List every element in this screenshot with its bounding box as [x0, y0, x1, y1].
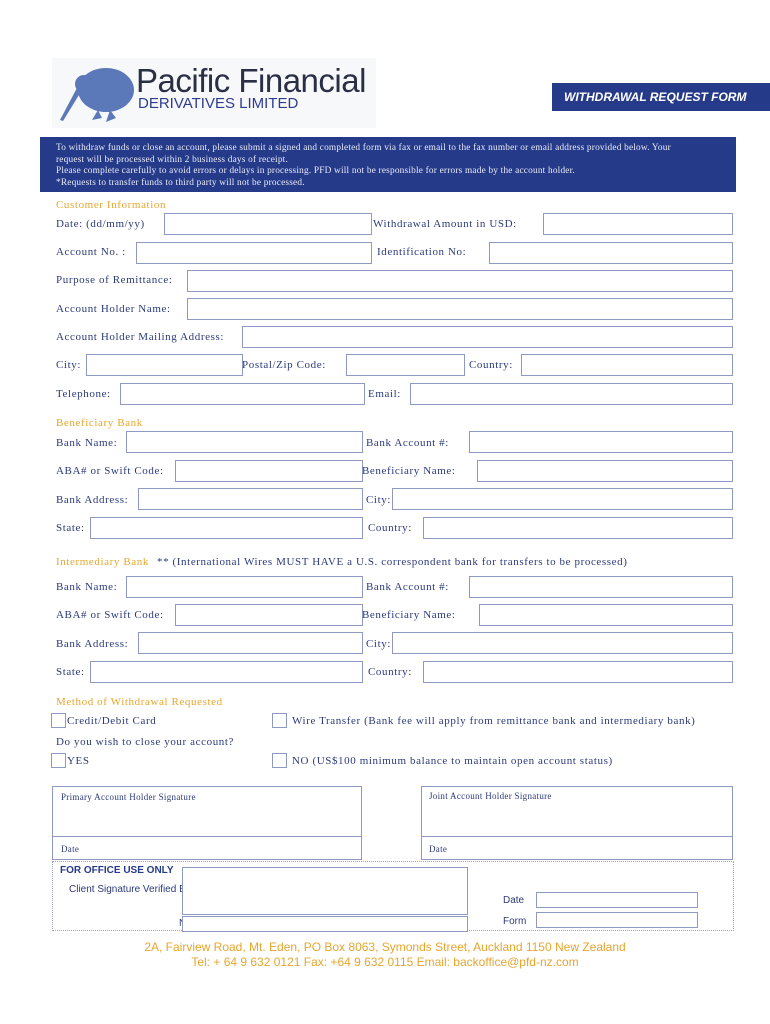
- verified-by-signature-field[interactable]: [182, 867, 468, 915]
- joint-signature-box[interactable]: Joint Account Holder Signature Date: [421, 786, 733, 860]
- postal-code-label: Postal/Zip Code:: [242, 359, 326, 371]
- office-form-label: Form: [503, 916, 527, 927]
- credit-card-checkbox[interactable]: [51, 713, 66, 728]
- mailing-address-field[interactable]: [242, 326, 733, 348]
- intro-line: request will be processed within 2 busin…: [56, 154, 288, 165]
- beneficiary-bank-address-field[interactable]: [138, 488, 363, 510]
- section-intermediary-bank: Intermediary Bank ** (International Wire…: [56, 552, 628, 570]
- intermediary-beneficiary-name-field[interactable]: [479, 604, 733, 626]
- section-beneficiary-bank: Beneficiary Bank: [56, 417, 143, 429]
- close-yes-checkbox[interactable]: [51, 753, 66, 768]
- mailing-address-label: Account Holder Mailing Address:: [56, 331, 224, 343]
- close-account-question: Do you wish to close your account?: [56, 736, 235, 748]
- beneficiary-bank-account-label: Bank Account #:: [366, 437, 449, 449]
- intro-line: To withdraw funds or close an account, p…: [56, 143, 671, 153]
- purpose-field[interactable]: [187, 270, 733, 292]
- date-label: Date: (dd/mm/yy): [56, 218, 145, 230]
- beneficiary-bank-name-field[interactable]: [126, 431, 363, 453]
- identification-field[interactable]: [489, 242, 733, 264]
- beneficiary-country-label: Country:: [368, 522, 412, 534]
- withdrawal-amount-field[interactable]: [543, 213, 733, 235]
- beneficiary-city-field[interactable]: [392, 488, 733, 510]
- intro-line: *Requests to transfer funds to third par…: [56, 177, 305, 188]
- city-label: City:: [56, 359, 82, 371]
- beneficiary-state-field[interactable]: [90, 517, 363, 539]
- beneficiary-name-field[interactable]: [477, 460, 733, 482]
- beneficiary-bank-address-label: Bank Address:: [56, 494, 129, 506]
- form-title: WITHDRAWAL REQUEST FORM: [552, 83, 770, 111]
- intermediary-bank-name-label: Bank Name:: [56, 581, 118, 593]
- country-field[interactable]: [521, 354, 733, 376]
- date-field[interactable]: [164, 213, 372, 235]
- office-date-field[interactable]: [536, 892, 698, 908]
- primary-signature-label: Primary Account Holder Signature: [61, 792, 196, 802]
- company-subtitle: DERIVATIVES LIMITED: [138, 95, 299, 112]
- city-field[interactable]: [86, 354, 243, 376]
- holder-name-field[interactable]: [187, 298, 733, 320]
- beneficiary-country-field[interactable]: [423, 517, 733, 539]
- primary-signature-box[interactable]: Primary Account Holder Signature Date: [52, 786, 362, 860]
- intro-line: Please complete carefully to avoid error…: [56, 166, 575, 176]
- office-date-label: Date: [503, 895, 525, 906]
- intermediary-aba-field[interactable]: [175, 604, 363, 626]
- postal-code-field[interactable]: [346, 354, 465, 376]
- intermediary-beneficiary-name-label: Beneficiary Name:: [362, 609, 456, 621]
- intermediary-bank-account-label: Bank Account #:: [366, 581, 449, 593]
- country-label: Country:: [469, 359, 513, 371]
- intermediary-bank-address-field[interactable]: [138, 632, 363, 654]
- intermediary-city-label: City:: [366, 638, 392, 650]
- signature-divider: [53, 836, 361, 837]
- email-label: Email:: [368, 388, 401, 400]
- office-form-field[interactable]: [536, 912, 698, 928]
- account-no-label: Account No. :: [56, 246, 126, 258]
- close-no-label: NO (US$100 minimum balance to maintain o…: [292, 755, 613, 767]
- signature-divider: [422, 836, 732, 837]
- section-method-of-withdrawal: Method of Withdrawal Requested: [56, 696, 223, 708]
- intro-instructions: To withdraw funds or close an account, p…: [40, 137, 736, 192]
- section-customer-information: Customer Information: [56, 199, 167, 211]
- account-no-field[interactable]: [136, 242, 372, 264]
- credit-card-label: Credit/Debit Card: [67, 715, 157, 727]
- intermediary-country-field[interactable]: [423, 661, 733, 683]
- beneficiary-name-label: Beneficiary Name:: [362, 465, 456, 477]
- telephone-field[interactable]: [120, 383, 365, 405]
- wire-transfer-checkbox[interactable]: [272, 713, 287, 728]
- wire-transfer-label: Wire Transfer (Bank fee will apply from …: [292, 715, 696, 727]
- office-use-heading: FOR OFFICE USE ONLY: [60, 865, 174, 876]
- verified-by-label: Client Signature Verified By: [69, 884, 191, 895]
- holder-name-label: Account Holder Name:: [56, 303, 171, 315]
- beneficiary-aba-label: ABA# or Swift Code:: [56, 465, 164, 477]
- footer-contact: Tel: + 64 9 632 0121 Fax: +64 9 632 0115…: [191, 955, 579, 969]
- intermediary-note: ** (International Wires MUST HAVE a U.S.…: [156, 556, 628, 568]
- intermediary-heading: Intermediary Bank: [56, 556, 149, 568]
- joint-signature-label: Joint Account Holder Signature: [429, 791, 552, 801]
- close-no-checkbox[interactable]: [272, 753, 287, 768]
- telephone-label: Telephone:: [56, 388, 111, 400]
- beneficiary-state-label: State:: [56, 522, 85, 534]
- kiwi-bird-icon: [60, 68, 134, 122]
- beneficiary-aba-field[interactable]: [175, 460, 363, 482]
- purpose-label: Purpose of Remittance:: [56, 274, 173, 286]
- email-field[interactable]: [410, 383, 733, 405]
- intermediary-bank-account-field[interactable]: [469, 576, 733, 598]
- beneficiary-bank-name-label: Bank Name:: [56, 437, 118, 449]
- beneficiary-bank-account-field[interactable]: [469, 431, 733, 453]
- footer-address: 2A, Fairview Road, Mt. Eden, PO Box 8063…: [144, 940, 626, 954]
- intermediary-city-field[interactable]: [392, 632, 733, 654]
- intermediary-bank-address-label: Bank Address:: [56, 638, 129, 650]
- primary-date-label: Date: [61, 844, 80, 854]
- intermediary-state-label: State:: [56, 666, 85, 678]
- intermediary-aba-label: ABA# or Swift Code:: [56, 609, 164, 621]
- beneficiary-city-label: City:: [366, 494, 392, 506]
- close-yes-label: YES: [67, 755, 90, 767]
- office-name-field[interactable]: [182, 916, 468, 932]
- intermediary-state-field[interactable]: [90, 661, 363, 683]
- withdrawal-amount-label: Withdrawal Amount in USD:: [373, 218, 517, 230]
- joint-date-label: Date: [429, 844, 448, 854]
- intermediary-country-label: Country:: [368, 666, 412, 678]
- identification-label: Identification No:: [377, 246, 467, 258]
- intermediary-bank-name-field[interactable]: [126, 576, 363, 598]
